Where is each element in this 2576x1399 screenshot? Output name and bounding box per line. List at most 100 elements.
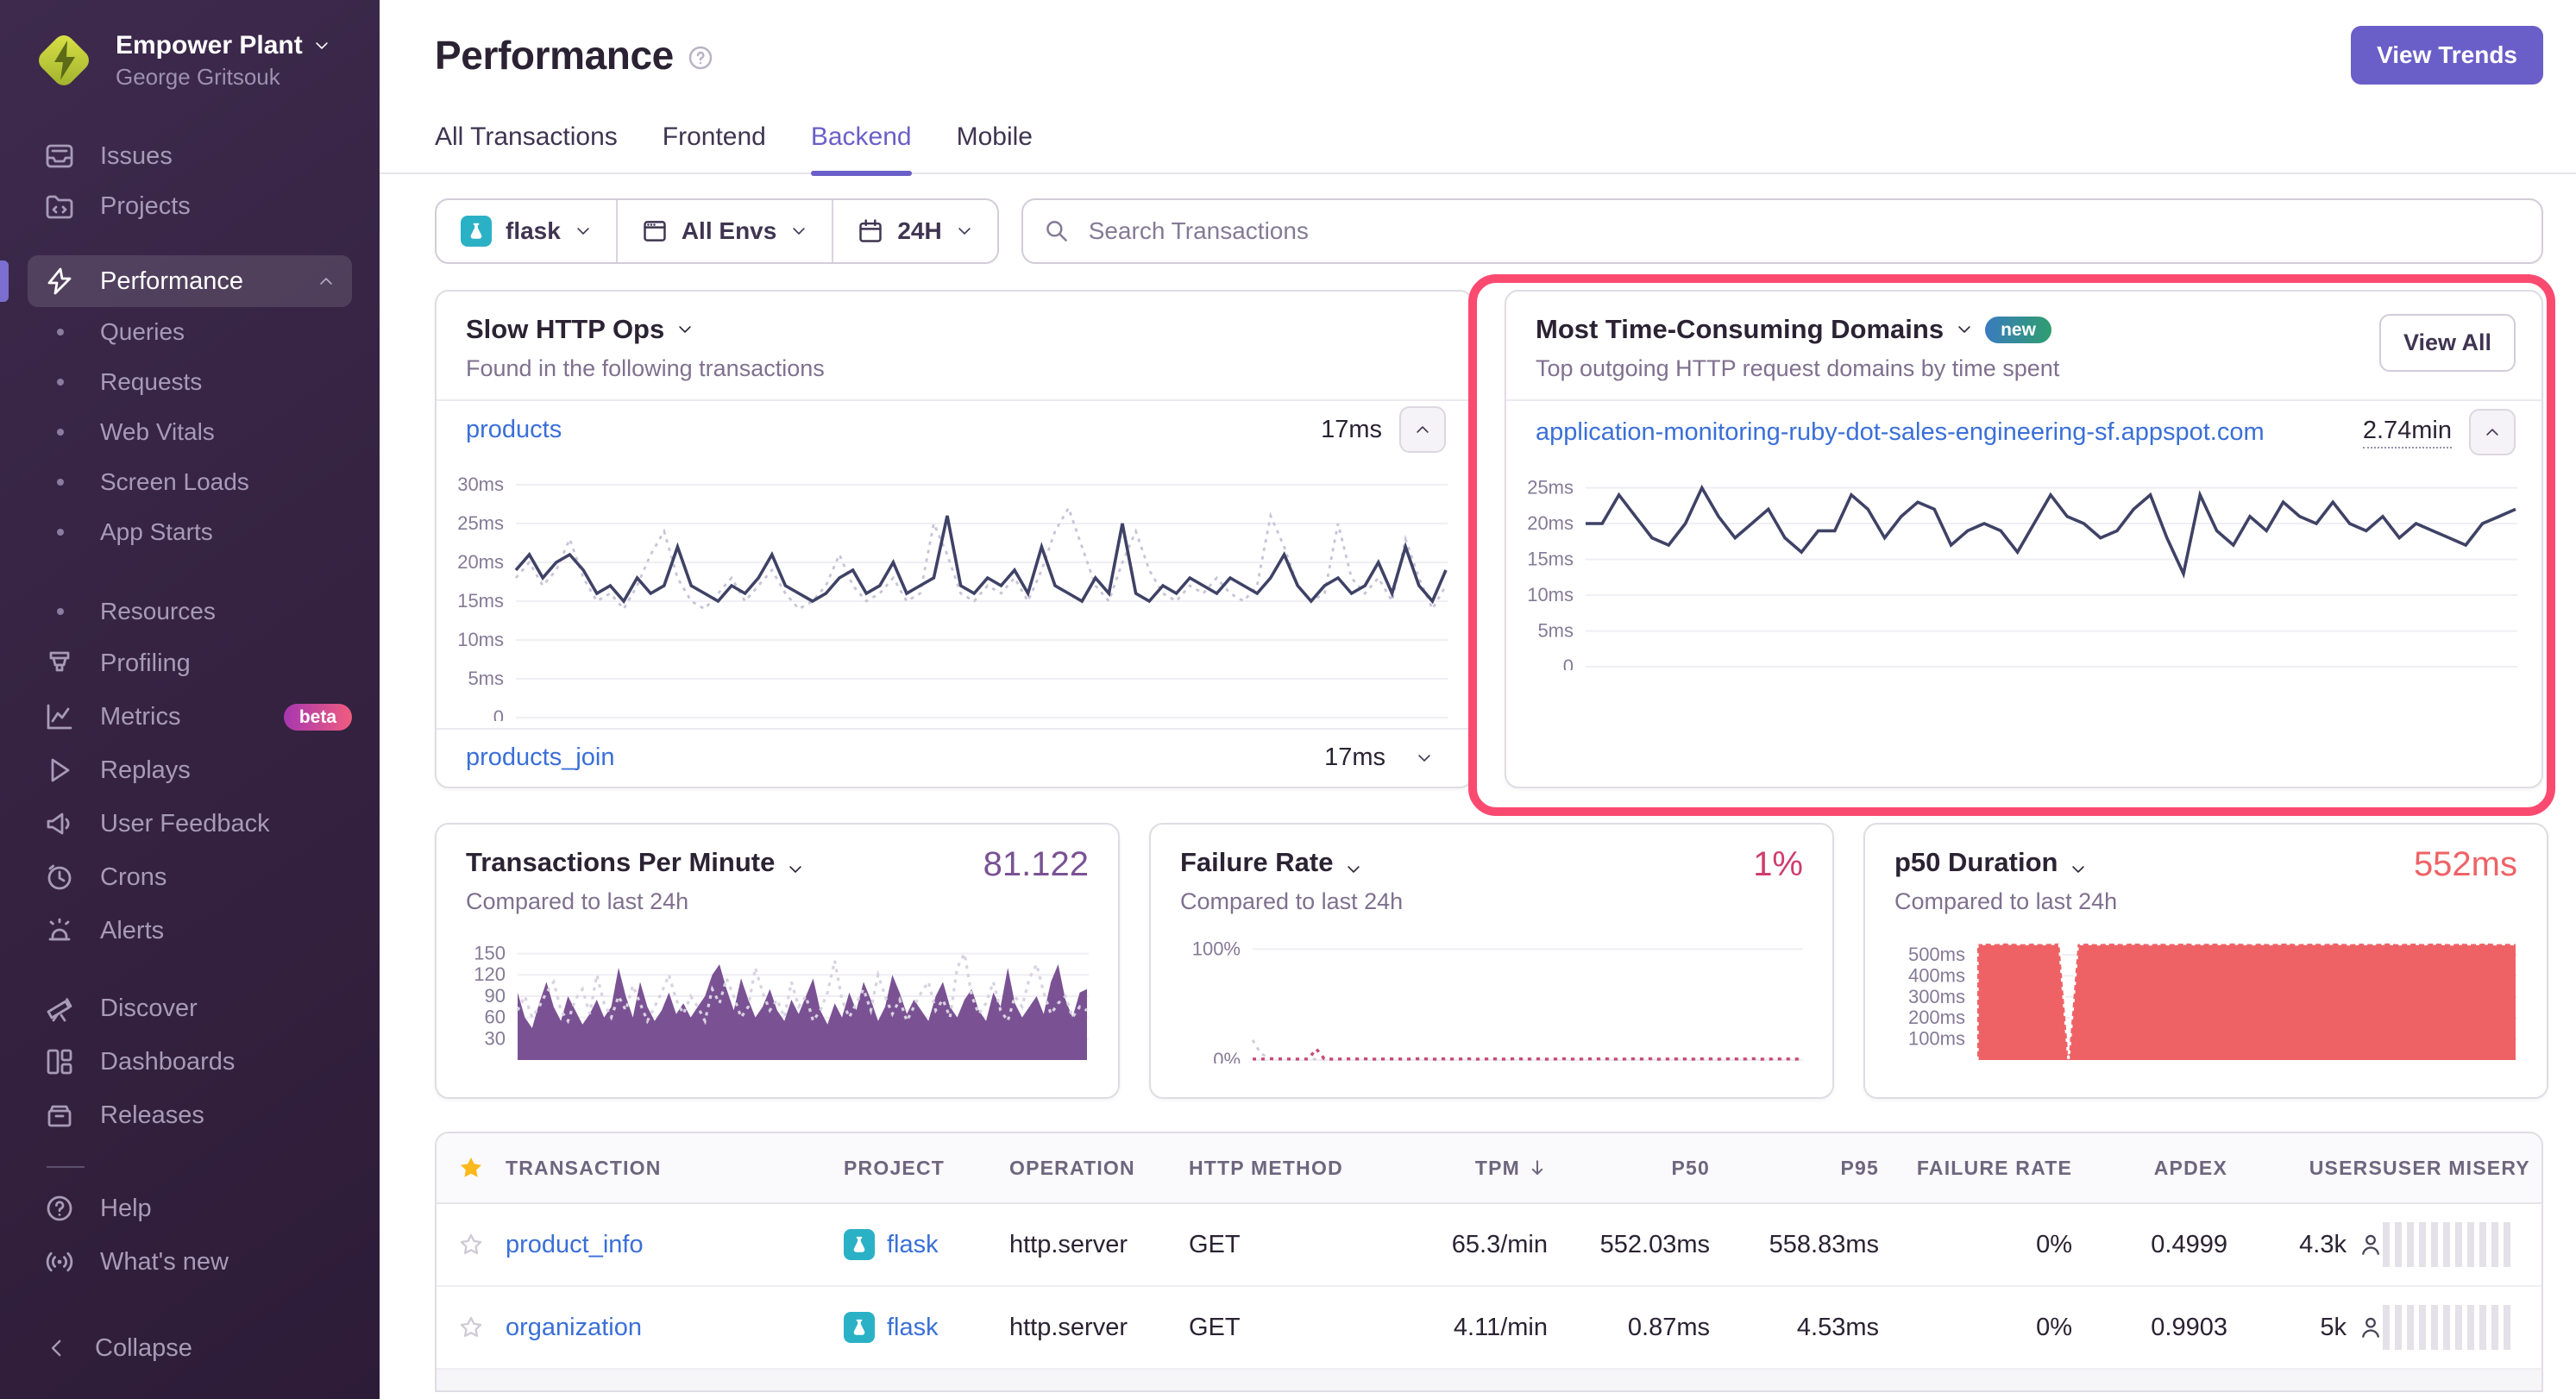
tpm-widget: Transactions Per Minute 81.122 Compared … (435, 823, 1120, 1099)
main-content: Performance View Trends All Transactions… (380, 0, 2576, 1399)
sidebar-item-queries[interactable]: Queries (0, 307, 380, 357)
sidebar-item-discover[interactable]: Discover (0, 982, 380, 1035)
star-column-header[interactable] (437, 1156, 506, 1180)
sidebar-item-app-starts[interactable]: App Starts (0, 507, 380, 557)
collapse-row-button[interactable] (1399, 406, 1446, 453)
active-accent-bar (0, 260, 9, 302)
sidebar-item-screen-loads[interactable]: Screen Loads (0, 457, 380, 507)
sidebar-item-metrics[interactable]: Metrics beta (0, 690, 380, 743)
star-icon (459, 1156, 483, 1180)
tab-all-transactions[interactable]: All Transactions (435, 122, 618, 173)
project-link[interactable]: flask (887, 1231, 939, 1259)
time-consuming-domains-widget: Most Time-Consuming Domains new Top outg… (1505, 290, 2543, 788)
domain-link[interactable]: application-monitoring-ruby-dot-sales-en… (1536, 418, 2346, 447)
svg-text:25ms: 25ms (457, 512, 504, 534)
org-switcher[interactable]: Empower Plant George Gritsouk (0, 0, 380, 110)
col-failure-rate[interactable]: Failure Rate (1879, 1157, 2072, 1180)
widget-subtitle: Top outgoing HTTP request domains by tim… (1536, 355, 2512, 382)
project-link[interactable]: flask (887, 1314, 939, 1342)
sidebar-item-issues[interactable]: Issues (0, 131, 380, 181)
sidebar-item-projects[interactable]: Projects (0, 181, 380, 231)
org-name: Empower Plant (116, 31, 303, 60)
flask-project-icon (844, 1229, 875, 1260)
tab-frontend[interactable]: Frontend (663, 122, 766, 173)
view-all-button[interactable]: View All (2379, 314, 2516, 372)
siren-icon (45, 916, 74, 945)
search-input[interactable] (1085, 216, 2521, 247)
collapse-row-button[interactable] (2469, 409, 2516, 455)
star-toggle[interactable] (437, 1233, 506, 1257)
widget-row: Slow HTTP Ops Found in the following tra… (435, 290, 2543, 788)
page-header: Performance View Trends (380, 0, 2576, 85)
tpm-value: 81.122 (983, 845, 1089, 884)
sidebar-item-resources[interactable]: Resources (0, 587, 380, 637)
widget-title-dropdown[interactable]: Failure Rate (1180, 847, 1803, 878)
megaphone-icon (45, 809, 74, 838)
col-operation[interactable]: Operation (1009, 1157, 1189, 1180)
transaction-link[interactable]: organization (506, 1314, 642, 1342)
p50-duration-widget: p50 Duration 552ms Compared to last 24h … (1863, 823, 2548, 1099)
sidebar-item-alerts[interactable]: Alerts (0, 904, 380, 957)
chevron-left-icon (45, 1336, 69, 1360)
tab-mobile[interactable]: Mobile (957, 122, 1033, 173)
clock-icon (45, 863, 74, 892)
svg-text:100%: 100% (1192, 938, 1241, 959)
sidebar-item-releases[interactable]: Releases (0, 1088, 380, 1142)
widget-title-dropdown[interactable]: Slow HTTP Ops (466, 314, 1442, 345)
profiling-icon (45, 649, 74, 678)
col-user-misery[interactable]: User Misery (2383, 1157, 2543, 1180)
flask-project-icon (461, 216, 492, 247)
transaction-link[interactable]: product_info (506, 1231, 644, 1259)
page-help-icon[interactable] (688, 45, 713, 71)
col-apdex[interactable]: Apdex (2072, 1157, 2227, 1180)
sidebar-item-performance[interactable]: Performance (28, 255, 352, 307)
sidebar-item-web-vitals[interactable]: Web Vitals (0, 407, 380, 457)
chevron-down-icon (2070, 854, 2087, 871)
chevron-up-icon (2484, 423, 2501, 441)
p50-chart: 500ms400ms300ms200ms100ms (1894, 929, 2517, 1063)
environment-icon (642, 218, 668, 244)
sidebar-collapse-button[interactable]: Collapse (0, 1321, 380, 1375)
col-p95[interactable]: P95 (1710, 1157, 1879, 1180)
col-tpm-sorted[interactable]: TPM (1382, 1157, 1548, 1180)
col-project[interactable]: Project (844, 1157, 1009, 1180)
p50-value: 552ms (2414, 845, 2517, 884)
star-toggle[interactable] (437, 1315, 506, 1339)
col-http-method[interactable]: HTTP Method (1189, 1157, 1382, 1180)
sidebar-item-user-feedback[interactable]: User Feedback (0, 797, 380, 850)
time-spent-value: 2.74min (2363, 417, 2452, 449)
svg-text:0: 0 (493, 706, 504, 721)
view-trends-button[interactable]: View Trends (2351, 26, 2543, 85)
col-p50[interactable]: P50 (1548, 1157, 1710, 1180)
domains-chart: 25ms20ms15ms10ms5ms0 (1506, 463, 2541, 677)
page-title: Performance (435, 32, 674, 78)
grid-icon (45, 1047, 74, 1076)
sidebar-item-profiling[interactable]: Profiling (0, 637, 380, 690)
date-range-filter[interactable]: 24H (832, 200, 996, 262)
svg-text:5ms: 5ms (468, 668, 504, 689)
products-link[interactable]: products (466, 416, 1304, 444)
projects-icon (45, 191, 74, 221)
expand-row-button[interactable] (1403, 737, 1446, 780)
chevron-down-icon (1956, 321, 1973, 338)
products-join-link[interactable]: products_join (466, 743, 1307, 772)
sidebar-item-help[interactable]: Help (0, 1182, 380, 1235)
chevron-down-icon (575, 223, 592, 240)
project-filter[interactable]: flask (437, 200, 616, 262)
sidebar-item-replays[interactable]: Replays (0, 743, 380, 797)
play-icon (45, 756, 74, 785)
sidebar-item-requests[interactable]: Requests (0, 357, 380, 407)
col-users[interactable]: Users (2227, 1157, 2383, 1180)
calendar-icon (858, 218, 883, 244)
widget-title-dropdown[interactable]: Most Time-Consuming Domains new (1536, 314, 2512, 345)
svg-text:200ms: 200ms (1908, 1007, 1965, 1028)
col-transaction[interactable]: Transaction (506, 1157, 844, 1180)
tab-backend[interactable]: Backend (811, 122, 912, 173)
sidebar-item-crons[interactable]: Crons (0, 850, 380, 904)
svg-text:25ms: 25ms (1527, 477, 1574, 499)
sidebar-item-whats-new[interactable]: What's new (0, 1235, 380, 1289)
svg-text:10ms: 10ms (457, 629, 504, 650)
sidebar-item-dashboards[interactable]: Dashboards (0, 1035, 380, 1088)
environment-filter[interactable]: All Envs (616, 200, 832, 262)
duration-value: 17ms (1321, 416, 1382, 444)
